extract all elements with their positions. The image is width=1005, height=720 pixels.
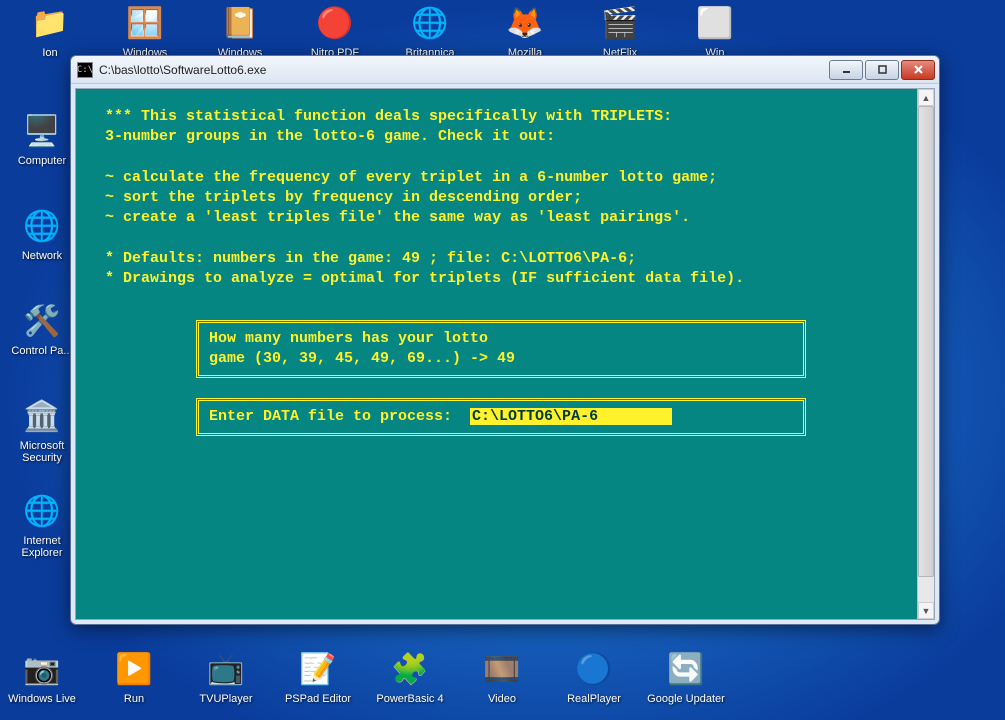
icon-label: Control Pa... [11, 345, 72, 357]
mozilla-icon: 🦊 [504, 2, 546, 44]
titlebar[interactable]: C:\ C:\bas\lotto\SoftwareLotto6.exe [71, 56, 939, 84]
vertical-scrollbar[interactable]: ▲ ▼ [917, 89, 934, 619]
minimize-icon [841, 64, 852, 75]
console-text: *** This statistical function deals spec… [96, 108, 744, 287]
desktop-icon-ion[interactable]: 📁 Ion [10, 2, 90, 59]
icon-label: Windows Live [8, 693, 76, 705]
icon-label: PowerBasic 4 [376, 693, 443, 705]
scroll-track[interactable] [918, 106, 934, 602]
desktop-icon-tvuplayer[interactable]: 📺 TVUPlayer [186, 648, 266, 705]
icon-label: Ion [42, 47, 57, 59]
scroll-up-button[interactable]: ▲ [918, 89, 934, 106]
maximize-button[interactable] [865, 60, 899, 80]
network-icon: 🌐 [21, 205, 63, 247]
icon-label: RealPlayer [567, 693, 621, 705]
console-window: C:\ C:\bas\lotto\SoftwareLotto6.exe *** … [70, 55, 940, 625]
computer-icon: 🖥️ [21, 110, 63, 152]
google-updater-icon: 🔄 [665, 648, 707, 690]
scroll-thumb[interactable] [918, 106, 934, 577]
desktop-icon-nitro-pdf[interactable]: 🔴Nitro PDF [295, 2, 375, 59]
desktop-icon-video[interactable]: 🎞️ Video [462, 648, 542, 705]
desktop-icon-win[interactable]: ⬜Win [675, 2, 755, 59]
desktop-icon-google-updater[interactable]: 🔄 Google Updater [646, 648, 726, 705]
netflix-icon: 🎬 [599, 2, 641, 44]
powerbasic-4-icon: 🧩 [389, 648, 431, 690]
desktop-icon-run[interactable]: ▶️ Run [94, 648, 174, 705]
britannica-icon: 🌐 [409, 2, 451, 44]
minimize-button[interactable] [829, 60, 863, 80]
desktop-icon-netflix[interactable]: 🎬NetFlix [580, 2, 660, 59]
close-icon [913, 64, 924, 75]
internet-explorer-icon: 🌐 [21, 490, 63, 532]
scroll-down-button[interactable]: ▼ [918, 602, 934, 619]
microsoft-security-icon: 🏛️ [21, 395, 63, 437]
close-button[interactable] [901, 60, 935, 80]
app-icon: C:\ [77, 62, 93, 78]
icon-label: Run [124, 693, 144, 705]
pspad-editor-icon: 📝 [297, 648, 339, 690]
icon-label: Computer [18, 155, 66, 167]
run-icon: ▶️ [113, 648, 155, 690]
control-pa--icon: 🛠️ [21, 300, 63, 342]
desktop-icon-pspad-editor[interactable]: 📝 PSPad Editor [278, 648, 358, 705]
windows-live-icon: 📷 [21, 648, 63, 690]
icon-label: PSPad Editor [285, 693, 351, 705]
prompt-box-file: Enter DATA file to process: C:\LOTTO6\PA… [196, 398, 806, 436]
win-icon: ⬜ [694, 2, 736, 44]
icon-label: Google Updater [647, 693, 725, 705]
desktop-icon-mozilla[interactable]: 🦊Mozilla [485, 2, 565, 59]
icon-label: Network [22, 250, 62, 262]
desktop-icon-windows-live[interactable]: 📷 Windows Live [2, 648, 82, 705]
video-icon: 🎞️ [481, 648, 523, 690]
realplayer-icon: 🔵 [573, 648, 615, 690]
nitro-pdf-icon: 🔴 [314, 2, 356, 44]
windows-icon: 🪟 [124, 2, 166, 44]
icon-label: TVUPlayer [199, 693, 252, 705]
windows-icon: 📔 [219, 2, 261, 44]
maximize-icon [877, 64, 888, 75]
file-input-value[interactable]: C:\LOTTO6\PA-6 [470, 408, 672, 425]
prompt-box-numbers: How many numbers has your lotto game (30… [196, 320, 806, 379]
ion-icon: 📁 [29, 2, 71, 44]
console-output[interactable]: *** This statistical function deals spec… [76, 89, 917, 619]
desktop-icon-realplayer[interactable]: 🔵 RealPlayer [554, 648, 634, 705]
desktop-icon-powerbasic-4[interactable]: 🧩 PowerBasic 4 [370, 648, 450, 705]
client-area: *** This statistical function deals spec… [75, 88, 935, 620]
icon-label: Video [488, 693, 516, 705]
file-prompt-label: Enter DATA file to process: [209, 408, 470, 425]
desktop-icon-britannica[interactable]: 🌐Britannica [390, 2, 470, 59]
desktop-icon-windows[interactable]: 🪟Windows [105, 2, 185, 59]
window-title: C:\bas\lotto\SoftwareLotto6.exe [99, 63, 827, 77]
desktop-icon-windows[interactable]: 📔Windows [200, 2, 280, 59]
tvuplayer-icon: 📺 [205, 648, 247, 690]
